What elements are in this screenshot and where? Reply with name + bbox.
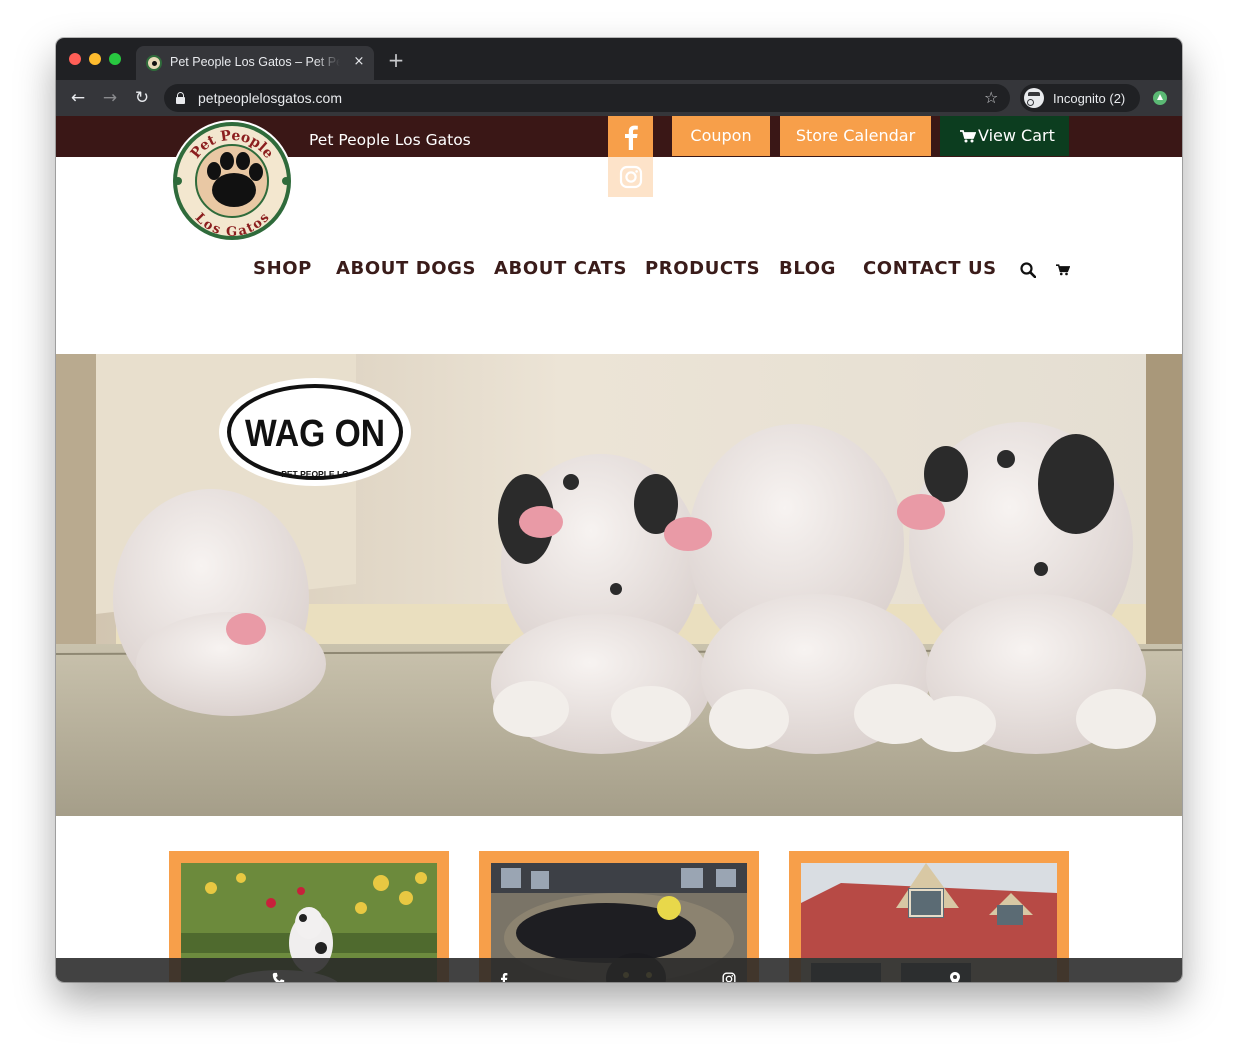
browser-window: Pet People Los Gatos – Pet People Los Ga…: [56, 38, 1182, 982]
incognito-icon: [1024, 88, 1044, 108]
browser-tab[interactable]: Pet People Los Gatos – Pet People Los Ga…: [136, 46, 374, 80]
site-title[interactable]: Pet People Los Gatos: [309, 131, 471, 149]
incognito-label: Incognito (2): [1053, 91, 1126, 106]
new-tab-button[interactable]: +: [386, 50, 406, 70]
instagram-link[interactable]: [608, 157, 653, 197]
map-pin-icon[interactable]: [950, 972, 960, 982]
tab-strip: Pet People Los Gatos – Pet People Los Ga…: [56, 38, 1182, 80]
site-logo[interactable]: Pet People Los Gatos: [169, 118, 295, 244]
reload-button[interactable]: ↻: [130, 86, 154, 110]
main-nav: SHOP ABOUT DOGS ABOUT CATS PRODUCTS BLOG…: [56, 254, 1182, 286]
facebook-icon: [625, 125, 638, 150]
address-bar[interactable]: petpeoplelosgatos.com ☆: [164, 84, 1010, 112]
nav-item-products[interactable]: PRODUCTS: [645, 258, 760, 279]
cart-icon: [960, 130, 976, 143]
coupon-button[interactable]: Coupon: [672, 116, 770, 156]
instagram-icon[interactable]: [722, 972, 736, 982]
back-button[interactable]: ←: [66, 86, 90, 110]
nav-item-about-cats[interactable]: ABOUT CATS: [494, 258, 627, 279]
badge-text: WAG ON: [245, 413, 385, 455]
incognito-indicator[interactable]: Incognito (2): [1020, 84, 1140, 112]
extension-icon[interactable]: [1153, 91, 1167, 105]
badge-subtext: PET PEOPLE LG: [281, 469, 349, 479]
nav-item-contact-us[interactable]: CONTACT US: [863, 258, 997, 279]
tab-close-icon[interactable]: ×: [350, 53, 368, 71]
nav-item-shop[interactable]: SHOP: [253, 258, 312, 279]
lock-icon: [176, 92, 185, 104]
minimize-window-button[interactable]: [89, 53, 101, 65]
search-icon[interactable]: [1020, 262, 1036, 278]
favicon-icon: [146, 55, 162, 71]
zoom-window-button[interactable]: [109, 53, 121, 65]
bookmark-star-icon[interactable]: ☆: [984, 88, 998, 108]
view-cart-label: View Cart: [978, 126, 1055, 145]
forward-button[interactable]: →: [98, 86, 122, 110]
nav-item-about-dogs[interactable]: ABOUT DOGS: [336, 258, 476, 279]
bottom-contact-bar: [56, 958, 1182, 982]
facebook-icon[interactable]: [500, 972, 508, 982]
tab-title: Pet People Los Gatos – Pet People Los Ga…: [170, 55, 340, 69]
view-cart-button[interactable]: View Cart: [940, 116, 1069, 156]
phone-icon[interactable]: [272, 972, 285, 982]
web-page: Pet People Los Gatos Pet People Los Gato…: [56, 116, 1182, 982]
url-text[interactable]: petpeoplelosgatos.com: [198, 90, 342, 106]
nav-item-blog[interactable]: BLOG: [779, 258, 836, 279]
facebook-link[interactable]: [608, 116, 653, 157]
nav-cart-icon[interactable]: [1056, 264, 1070, 276]
wag-on-badge: WAG ON PET PEOPLE LG: [219, 378, 411, 486]
close-window-button[interactable]: [69, 53, 81, 65]
store-calendar-button[interactable]: Store Calendar: [780, 116, 931, 156]
browser-toolbar: ← → ↻ petpeoplelosgatos.com ☆ Incognito …: [56, 80, 1182, 116]
hero-banner: WAG ON PET PEOPLE LG: [56, 354, 1182, 816]
instagram-icon: [619, 165, 643, 189]
